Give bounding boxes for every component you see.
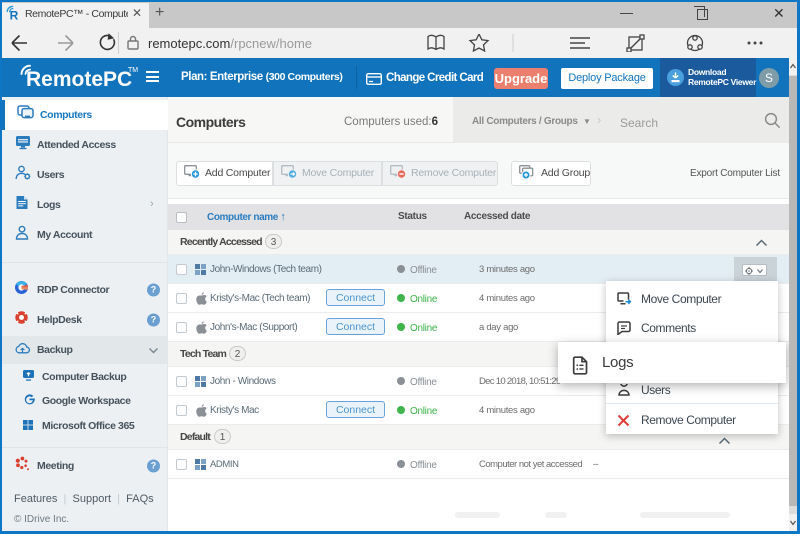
svg-text:R: R bbox=[10, 9, 19, 22]
svg-text:RemotePC: RemotePC bbox=[26, 68, 132, 91]
svg-text:TM: TM bbox=[128, 67, 138, 74]
